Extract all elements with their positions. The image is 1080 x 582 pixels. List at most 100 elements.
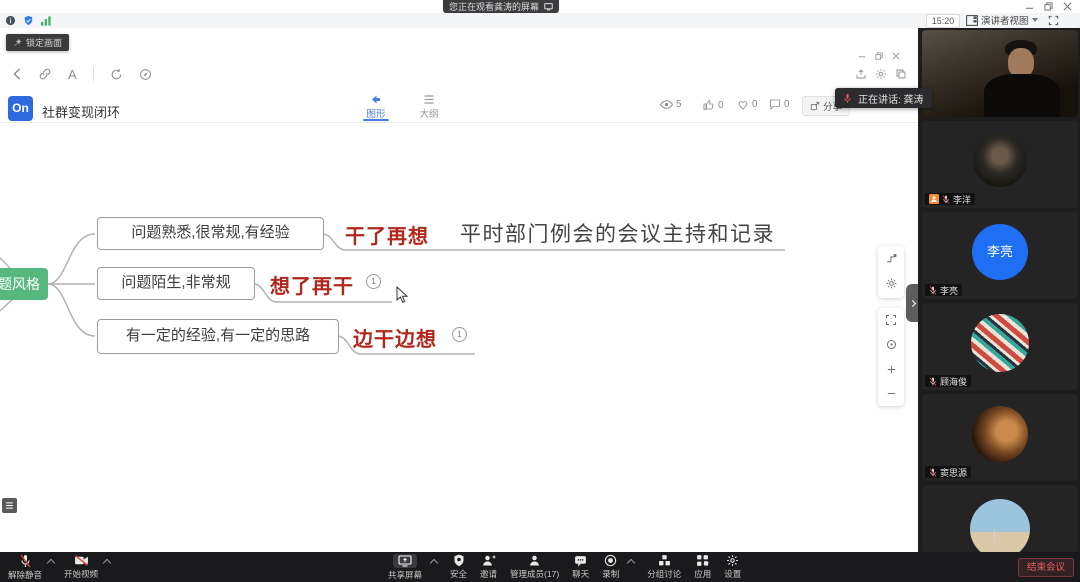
mindmap-node-conclusion-1[interactable]: 干了再想	[345, 220, 429, 249]
participant-tile[interactable]: 顾海俊	[922, 303, 1078, 390]
back-icon[interactable]	[12, 68, 22, 80]
comments-count: 0	[784, 99, 790, 110]
inner-minimize-icon[interactable]	[858, 52, 866, 60]
avatar	[972, 406, 1028, 462]
share-arrow-icon	[810, 101, 820, 111]
collapse-panel-handle[interactable]	[906, 284, 918, 322]
map-tools-panel-zoom	[878, 308, 904, 406]
shield-protect-icon[interactable]	[23, 15, 34, 26]
mindmap-node-conclusion-3[interactable]: 边干边想	[353, 323, 437, 352]
end-meeting-button[interactable]: 结束会议	[1017, 558, 1074, 577]
participant-name: 李亮	[940, 285, 959, 296]
mic-options-caret[interactable]	[46, 558, 56, 568]
fit-screen-icon[interactable]	[878, 308, 904, 333]
minimize-icon[interactable]	[1025, 2, 1034, 11]
avatar	[971, 314, 1029, 372]
inner-close-icon[interactable]	[892, 52, 900, 60]
mindmap-node-topic-2[interactable]: 问题陌生,非常规	[97, 267, 255, 300]
participant-tile[interactable]: 李亮 李亮	[922, 212, 1078, 299]
muted-mic-icon	[929, 285, 937, 295]
note-count-badge-2[interactable]: 1	[366, 274, 381, 289]
doc-title: 社群变现闭环	[42, 105, 121, 120]
screen-share-icon[interactable]	[544, 2, 553, 11]
chevron-down-icon	[1031, 18, 1038, 22]
scroll-more-chevron-icon[interactable]	[994, 529, 995, 547]
network-signal-icon	[41, 15, 52, 26]
meeting-info-icon[interactable]	[5, 15, 16, 26]
mindmap-node-conclusion-2[interactable]: 想了再干	[270, 270, 354, 299]
locate-center-icon[interactable]	[878, 333, 904, 358]
start-video-label: 开始视频	[64, 569, 99, 579]
mindmap-node-note-1[interactable]: 平时部门例会的会议主持和记录	[460, 218, 775, 248]
watching-banner-text: 您正在观看龚涛的屏幕	[449, 2, 540, 12]
mindmap-node-topic-1[interactable]: 问题熟悉,很常规,有经验	[97, 217, 324, 250]
muted-mic-icon	[929, 376, 937, 386]
copy-icon[interactable]	[895, 68, 907, 80]
avatar-initials: 李亮	[972, 224, 1028, 280]
chat-button[interactable]: 聊天	[572, 552, 589, 582]
active-tab-underline	[363, 119, 389, 121]
inner-restore-icon[interactable]	[875, 52, 883, 60]
comments-stat[interactable]: 0	[769, 99, 790, 110]
mindmap-node-topic-3[interactable]: 有一定的经验,有一定的思路	[97, 319, 339, 354]
close-icon[interactable]	[1063, 2, 1072, 11]
tab-graph[interactable]: 图形	[359, 94, 393, 120]
unmute-label: 解除静音	[8, 569, 43, 580]
invite-person-icon	[482, 554, 496, 567]
start-video-button[interactable]: 开始视频	[64, 552, 98, 582]
participant-name: 李洋	[953, 194, 972, 205]
restore-icon[interactable]	[1044, 2, 1053, 11]
participant-tile[interactable]: 窦思源	[922, 394, 1078, 481]
mic-muted-icon	[19, 554, 32, 568]
share-options-caret[interactable]	[429, 558, 439, 568]
app-logo[interactable]: On	[8, 96, 33, 121]
pinned-view-tab[interactable]: 锁定画面	[6, 34, 70, 51]
comment-icon	[769, 99, 781, 110]
view-mode-button[interactable]: 演讲者视图	[966, 13, 1038, 27]
toolbar-divider	[92, 67, 94, 81]
style-gear-icon[interactable]	[878, 271, 904, 296]
participant-tile-partial[interactable]	[922, 485, 1078, 552]
pin-icon	[13, 38, 22, 47]
mindmap-root-node[interactable]: 题风格	[0, 268, 48, 300]
note-count-badge-3[interactable]: 1	[452, 327, 467, 342]
link-icon[interactable]	[38, 67, 52, 81]
fullscreen-icon[interactable]	[1048, 15, 1059, 26]
record-options-caret[interactable]	[626, 558, 636, 568]
compass-icon[interactable]	[139, 68, 152, 81]
settings-button[interactable]: 设置	[724, 552, 741, 582]
layout-structure-icon[interactable]	[878, 246, 904, 271]
mouse-cursor	[396, 286, 408, 303]
zoom-in-icon[interactable]	[878, 357, 904, 382]
pinned-view-tab-label: 锁定画面	[26, 38, 63, 48]
font-tool-icon[interactable]: A	[68, 67, 77, 82]
record-button[interactable]: 录制	[602, 552, 619, 582]
tab-outline-label: 大纲	[419, 109, 439, 120]
video-person-body	[984, 74, 1060, 117]
breakout-rooms-button[interactable]: 分组讨论	[647, 552, 681, 582]
hand-raised-icon	[929, 194, 939, 204]
tab-outline[interactable]: 大纲	[412, 94, 446, 120]
export-icon[interactable]	[855, 68, 867, 80]
share-screen-button[interactable]: 共享屏幕	[388, 552, 422, 582]
participant-tile[interactable]: 李洋	[922, 121, 1078, 208]
unmute-button[interactable]: 解除静音	[8, 552, 42, 582]
participant-label: 李亮	[925, 284, 963, 296]
breakout-blocks-icon	[658, 554, 671, 567]
hearts-count: 0	[752, 99, 758, 110]
refresh-icon[interactable]	[110, 68, 123, 81]
manage-members-button[interactable]: 管理成员(17)	[510, 552, 559, 582]
outline-toggle-icon[interactable]	[2, 498, 17, 513]
apps-button[interactable]: 应用	[694, 552, 711, 582]
likes-stat[interactable]: 0	[703, 99, 724, 111]
video-options-caret[interactable]	[102, 558, 112, 568]
view-mode-label: 演讲者视图	[981, 16, 1029, 27]
invite-button[interactable]: 邀请	[480, 552, 497, 582]
hearts-stat[interactable]: 0	[737, 99, 758, 110]
gear-icon[interactable]	[875, 68, 887, 80]
shared-screen-region: 锁定画面 A On 社群变现闭环 图形 大纲 5 0 0 0 分享 题风格 问题…	[0, 28, 918, 552]
invite-label: 邀请	[480, 569, 498, 579]
security-button[interactable]: 安全	[450, 552, 467, 582]
zoom-out-icon[interactable]	[878, 382, 904, 407]
participant-tile-speaker-video[interactable]	[922, 30, 1078, 117]
